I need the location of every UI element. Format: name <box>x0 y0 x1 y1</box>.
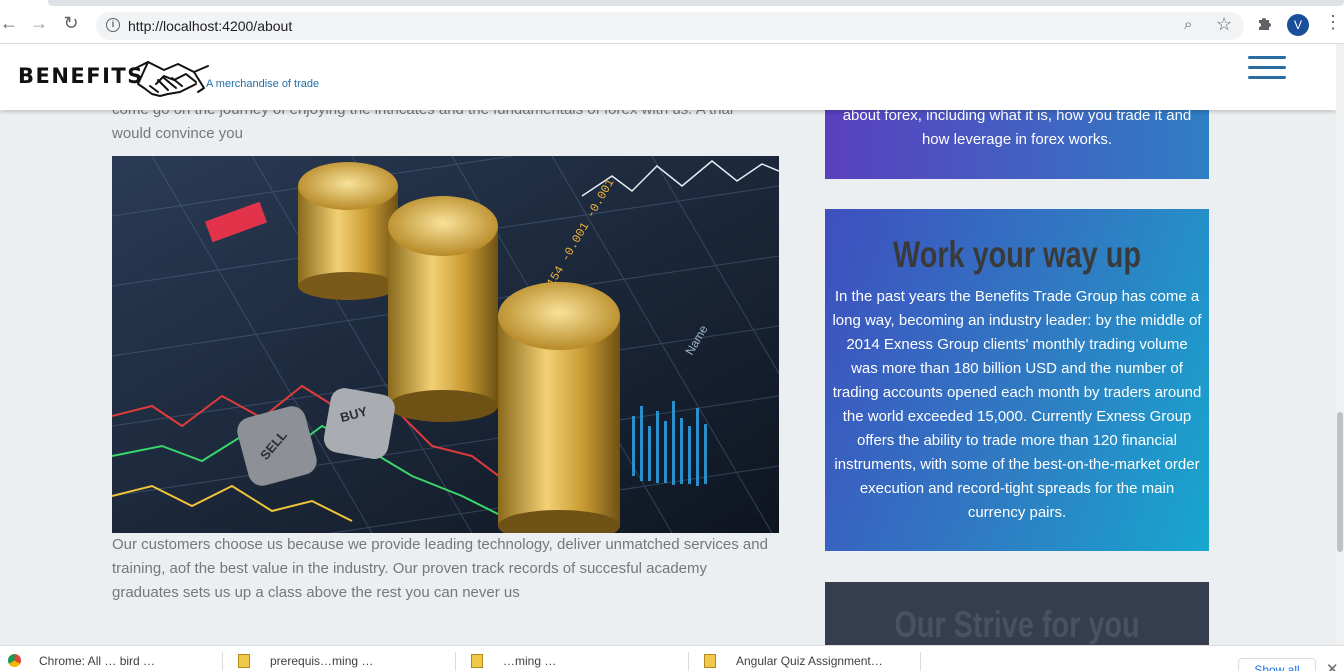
scrollbar-thumb[interactable] <box>1337 412 1343 552</box>
zoom-icon[interactable]: ⌕ <box>1184 16 1192 33</box>
address-bar[interactable]: i http://localhost:4200/about ⌕ ☆ <box>96 12 1244 40</box>
file-icon <box>704 654 716 668</box>
divider <box>455 652 456 671</box>
forex-info-text: about forex, including what it is, how y… <box>842 107 1192 148</box>
forex-coins-image: 1.2154 -0.001 -0.001 Name SELL BUY <box>112 156 779 533</box>
download-item[interactable]: Chrome: All … bird … <box>8 654 155 671</box>
page-viewport: come go on the journey of enjoying the i… <box>0 44 1336 645</box>
card-heading: Our Strive for you <box>894 604 1140 645</box>
profile-avatar[interactable]: V <box>1287 14 1309 36</box>
divider <box>920 652 921 671</box>
card-heading: Work your way up <box>892 234 1142 275</box>
download-item[interactable]: …ming … <box>471 654 556 671</box>
show-all-button[interactable]: Show all <box>1238 658 1316 671</box>
file-icon <box>471 654 483 668</box>
back-icon[interactable]: ← <box>0 14 18 32</box>
reload-icon[interactable]: ↻ <box>62 14 80 32</box>
customers-paragraph: Our customers choose us because we provi… <box>112 536 768 601</box>
handshake-logo-icon <box>135 61 209 97</box>
browser-toolbar: ← → ↻ i http://localhost:4200/about ⌕ ☆ … <box>0 0 1344 44</box>
brand-tagline: A merchandise of trade <box>206 78 320 90</box>
brand-name[interactable]: BENEFITS <box>18 64 144 88</box>
page-scrollbar[interactable] <box>1336 44 1344 645</box>
downloads-bar: Chrome: All … bird … prerequis…ming … …m… <box>0 645 1344 671</box>
strive-card: Our Strive for you <box>825 582 1209 645</box>
chrome-icon <box>8 654 21 667</box>
extensions-icon[interactable] <box>1256 15 1272 31</box>
divider <box>688 652 689 671</box>
download-item[interactable]: Angular Quiz Assignment… <box>704 654 883 671</box>
browser-menu-icon[interactable]: ⋮ <box>1324 13 1342 31</box>
info-icon[interactable]: i <box>106 18 120 32</box>
site-header: BENEFITS A merchandise of trade <box>0 44 1336 110</box>
card-body: In the past years the Benefits Trade Gro… <box>832 288 1202 521</box>
download-item[interactable]: prerequis…ming … <box>238 654 373 671</box>
work-your-way-up-card: Work your way up In the past years the B… <box>825 209 1209 551</box>
url-text[interactable]: http://localhost:4200/about <box>128 18 292 34</box>
tab-strip <box>48 0 1344 6</box>
forward-icon[interactable]: → <box>30 14 48 32</box>
bookmark-star-icon[interactable]: ☆ <box>1216 14 1232 35</box>
menu-hamburger-icon[interactable] <box>1248 56 1286 80</box>
divider <box>222 652 223 671</box>
close-icon[interactable]: ✕ <box>1326 660 1339 671</box>
file-icon <box>238 654 250 668</box>
